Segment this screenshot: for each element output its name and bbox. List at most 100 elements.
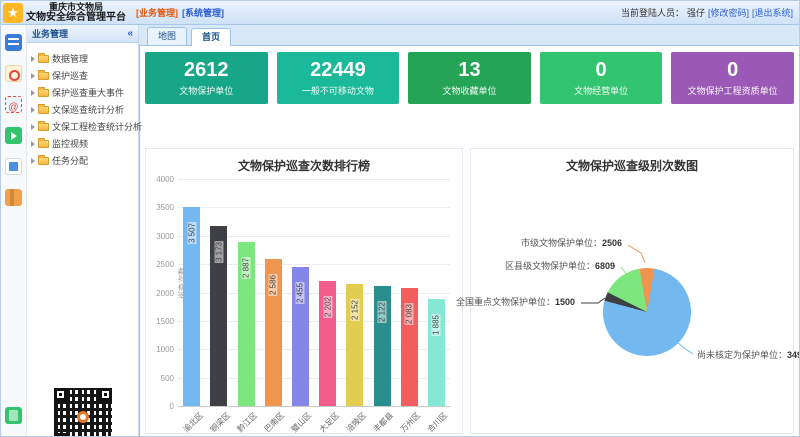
user-area: 当前登陆人员： 强仔 [修改密码] [退出系统] — [621, 6, 793, 19]
gridline — [178, 179, 450, 180]
bar-黔江区[interactable]: 2 887 — [238, 242, 255, 406]
tree-item-label: 监控视频 — [52, 137, 88, 150]
app-window: ★ 重庆市文物局 文物安全综合管理平台 [业务管理] [系统管理] 当前登陆人员… — [0, 0, 800, 437]
pie-label-national: 全国重点文物保护单位：1500 — [456, 295, 575, 308]
folder-icon — [38, 106, 49, 114]
sidebar-item-patrol-statistics[interactable]: 文保巡查统计分析 — [29, 101, 136, 118]
bar-万州区[interactable]: 2 083 — [401, 288, 418, 406]
weibo-icon[interactable] — [5, 65, 22, 82]
folder-icon — [38, 123, 49, 131]
bar-value-label: 2 586 — [269, 274, 278, 296]
pie-label-municipal: 市级文物保护单位：2506 — [521, 236, 622, 249]
sidebar-collapse-icon[interactable]: « — [127, 28, 133, 39]
tree-item-label: 保护巡查 — [52, 69, 88, 82]
video-icon[interactable] — [5, 127, 22, 144]
bar-value-label: 2 887 — [242, 257, 251, 279]
bar-value-label: 1 885 — [432, 314, 441, 336]
sidebar-item-project-inspection-statistics[interactable]: 文保工程检查统计分析 — [29, 118, 136, 135]
app-title: 重庆市文物局 文物安全综合管理平台 — [26, 2, 126, 24]
main-area: 地图 首页 2612 文物保护单位 22449 一般不可移动文物 13 文物收藏… — [139, 25, 799, 437]
bar-chart-title: 文物保护巡查次数排行榜 — [146, 157, 462, 174]
bar-涪陵区[interactable]: 2 152 — [346, 284, 363, 406]
tree-item-label: 任务分配 — [52, 154, 88, 167]
y-axis-tick: 4000 — [148, 175, 174, 184]
bar-渝北区[interactable]: 3 507 — [183, 207, 200, 406]
current-user-prefix: 当前登陆人员： — [621, 6, 684, 19]
caret-icon — [31, 56, 35, 62]
sidebar: 业务管理 « 数据管理 保护巡查 保护巡查重大事件 文保巡查统计分析 文保工程检… — [27, 25, 139, 437]
y-axis-tick: 500 — [148, 374, 174, 383]
tab-map[interactable]: 地图 — [147, 27, 187, 45]
caret-icon — [31, 107, 35, 113]
stat-cards: 2612 文物保护单位 22449 一般不可移动文物 13 文物收藏单位 0 文… — [145, 52, 794, 104]
x-axis-label: 渝北区 — [165, 410, 205, 437]
stat-value: 13 — [458, 60, 480, 81]
caret-icon — [31, 124, 35, 130]
sidebar-item-major-events[interactable]: 保护巡查重大事件 — [29, 84, 136, 101]
stat-value: 0 — [596, 60, 607, 81]
org-name: 重庆市文物局 — [26, 2, 126, 12]
folder-icon — [38, 72, 49, 80]
tree-item-label: 文保巡查统计分析 — [52, 103, 124, 116]
app-icon-strip — [1, 25, 27, 437]
bar-value-label: 2 455 — [296, 282, 305, 304]
sidebar-item-data-management[interactable]: 数据管理 — [29, 50, 136, 67]
stat-card-collection-units: 13 文物收藏单位 — [408, 52, 531, 104]
bar-chart-panel: 文物保护巡查次数排行榜 巡查次数 05001000150020002500300… — [145, 148, 463, 434]
tab-home[interactable]: 首页 — [191, 28, 231, 46]
current-user-name: 强仔 — [687, 6, 705, 19]
sidebar-item-protection-patrol[interactable]: 保护巡查 — [29, 67, 136, 84]
pie-chart[interactable] — [603, 268, 691, 356]
bar-value-label: 2 122 — [378, 301, 387, 323]
stat-label: 文物保护工程资质单位 — [688, 84, 778, 97]
pie-chart-title: 文物保护巡查级别次数图 — [471, 157, 793, 174]
stat-card-qualified-project-units: 0 文物保护工程资质单位 — [671, 52, 794, 104]
battery-icon[interactable] — [5, 407, 22, 424]
charts-row: 文物保护巡查次数排行榜 巡查次数 05001000150020002500300… — [145, 148, 794, 434]
pie-label-unverified: 尚未核定为保护单位：34981 — [697, 348, 799, 361]
stat-value: 0 — [727, 60, 738, 81]
y-axis-tick: 3000 — [148, 232, 174, 241]
tree-item-label: 文保工程检查统计分析 — [52, 120, 142, 133]
pie-label-county: 区县级文物保护单位：6809 — [505, 259, 615, 272]
form-icon[interactable] — [5, 34, 22, 51]
package-icon[interactable] — [5, 189, 22, 206]
menu-business-management[interactable]: [业务管理] — [136, 6, 178, 19]
y-axis-tick: 2000 — [148, 289, 174, 298]
bar-丰都县[interactable]: 2 122 — [374, 286, 391, 406]
y-axis-tick: 0 — [148, 402, 174, 411]
bar-value-label: 2 202 — [323, 296, 332, 318]
tree-item-label: 数据管理 — [52, 52, 88, 65]
y-axis-tick: 2500 — [148, 260, 174, 269]
change-password-link[interactable]: [修改密码] — [708, 6, 749, 19]
logout-link[interactable]: [退出系统] — [752, 6, 793, 19]
bar-value-label: 2 152 — [350, 299, 359, 321]
document-icon[interactable] — [5, 158, 22, 175]
content-area: 2612 文物保护单位 22449 一般不可移动文物 13 文物收藏单位 0 文… — [139, 46, 799, 437]
sidebar-item-task-assignment[interactable]: 任务分配 — [29, 152, 136, 169]
y-axis-tick: 1000 — [148, 345, 174, 354]
tab-bar: 地图 首页 — [139, 25, 799, 46]
y-axis-tick: 3500 — [148, 203, 174, 212]
gridline — [178, 207, 450, 208]
bar-铜梁区[interactable]: 3 173 — [210, 226, 227, 406]
bar-璧山区[interactable]: 2 455 — [292, 267, 309, 406]
folder-icon — [38, 55, 49, 63]
bar-chart-plot: 巡查次数 050010001500200025003000350040003 5… — [178, 179, 450, 407]
sidebar-header: 业务管理 « — [27, 25, 138, 43]
folder-icon — [38, 89, 49, 97]
bar-value-label: 2 083 — [405, 303, 414, 325]
folder-icon — [38, 140, 49, 148]
mention-icon[interactable] — [5, 96, 22, 113]
tree-item-label: 保护巡查重大事件 — [52, 86, 124, 99]
qr-code — [54, 388, 112, 437]
menu-system-management[interactable]: [系统管理] — [182, 6, 224, 19]
platform-name: 文物安全综合管理平台 — [26, 12, 126, 24]
sidebar-title: 业务管理 — [32, 27, 68, 40]
bar-合川区[interactable]: 1 885 — [428, 299, 445, 406]
stat-card-protected-units: 2612 文物保护单位 — [145, 52, 268, 104]
folder-icon — [38, 157, 49, 165]
bar-巴南区[interactable]: 2 586 — [265, 259, 282, 406]
sidebar-item-surveillance-video[interactable]: 监控视频 — [29, 135, 136, 152]
bar-大足区[interactable]: 2 202 — [319, 281, 336, 406]
